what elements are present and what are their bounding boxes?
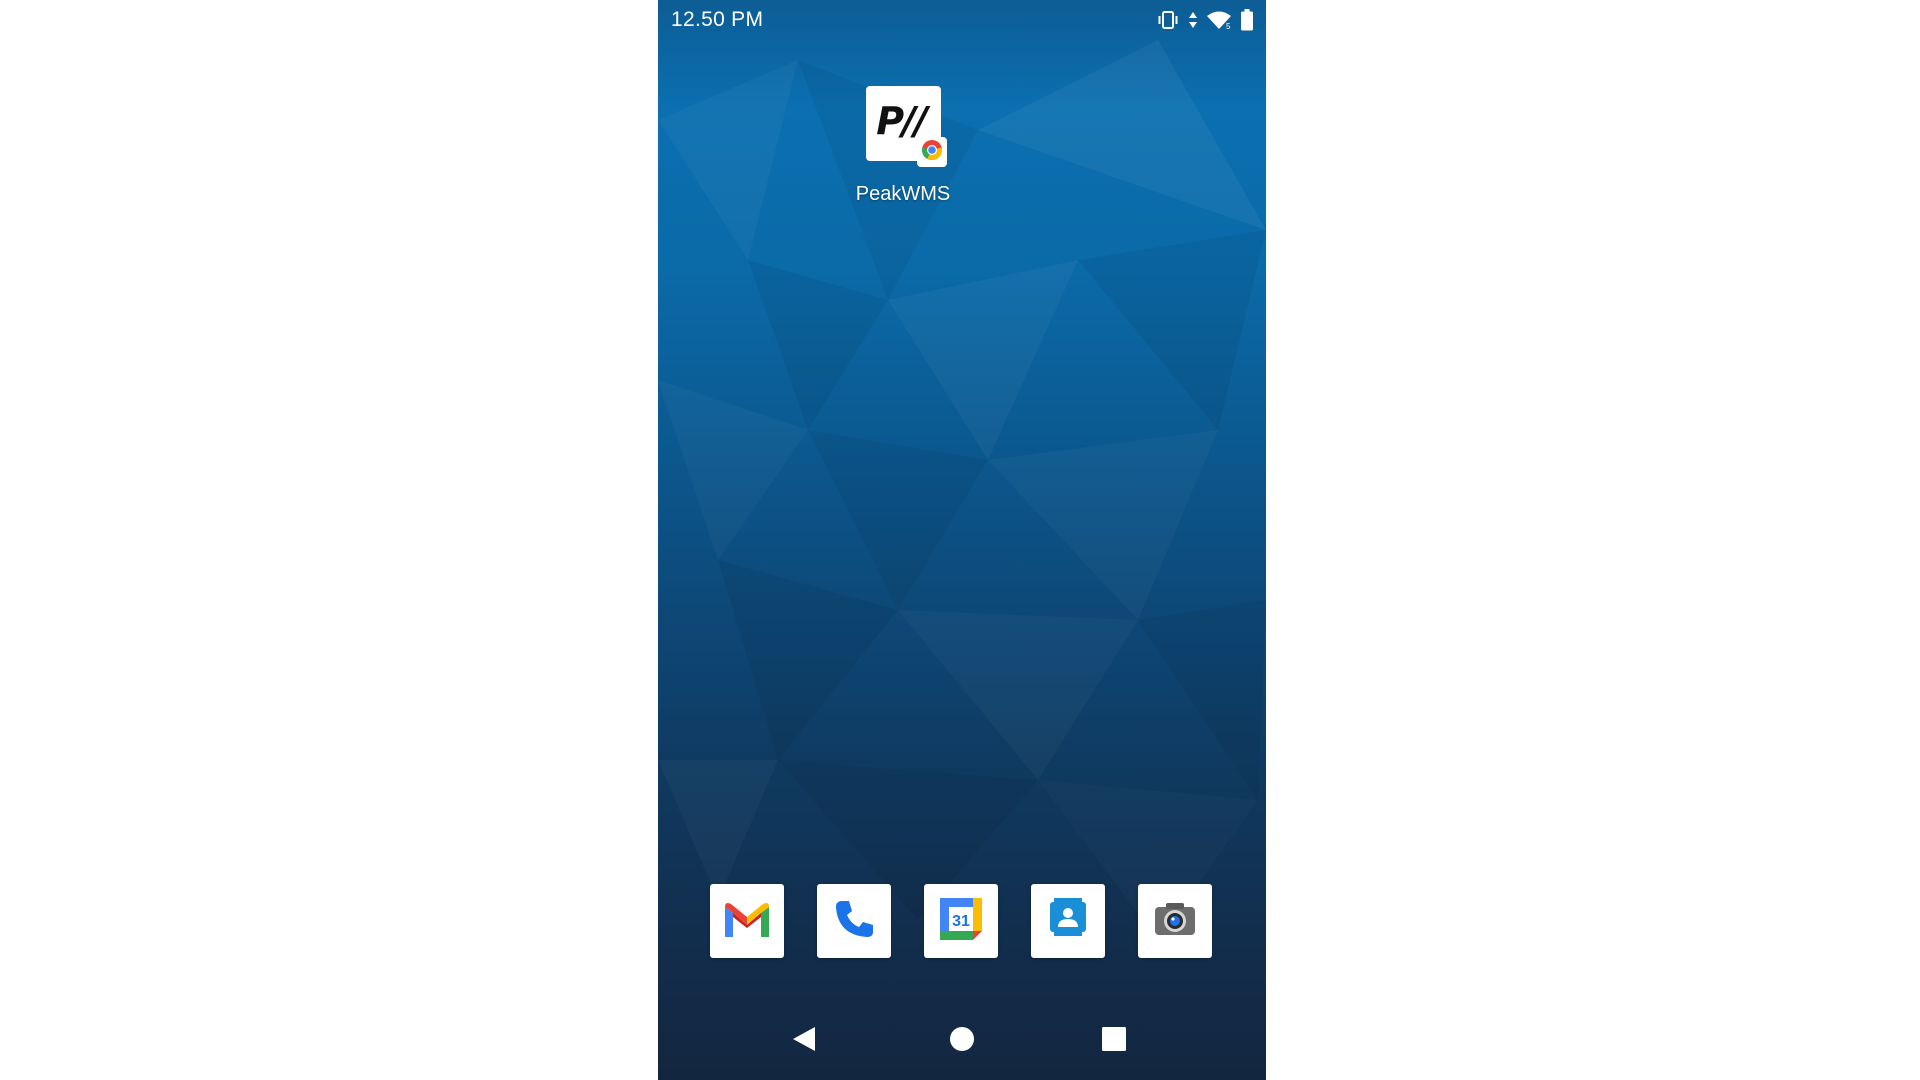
peakwms-logo: P// bbox=[876, 98, 928, 143]
app-label-peakwms: PeakWMS bbox=[855, 183, 951, 205]
home-icon bbox=[949, 1026, 975, 1057]
dock: 31 bbox=[710, 884, 1212, 958]
battery-icon bbox=[1240, 9, 1254, 31]
vibrate-icon bbox=[1156, 10, 1180, 30]
dock-item-gmail[interactable] bbox=[710, 884, 784, 958]
calendar-date: 31 bbox=[952, 913, 970, 930]
recents-icon bbox=[1101, 1026, 1127, 1057]
contacts-icon bbox=[1045, 896, 1091, 947]
app-shortcut-peakwms[interactable]: P// PeakWMS bbox=[833, 86, 973, 216]
dock-item-contacts[interactable] bbox=[1031, 884, 1105, 958]
dock-item-calendar[interactable]: 31 bbox=[924, 884, 998, 958]
svg-text:5: 5 bbox=[1226, 22, 1231, 30]
chrome-icon bbox=[921, 139, 943, 166]
nav-home-button[interactable] bbox=[945, 1024, 979, 1058]
status-icons: 5 bbox=[1156, 9, 1254, 31]
gmail-icon bbox=[721, 899, 773, 944]
data-arrows-icon bbox=[1188, 10, 1198, 30]
wifi-icon: 5 bbox=[1206, 10, 1232, 30]
navigation-bar bbox=[658, 1010, 1266, 1070]
chrome-badge bbox=[916, 137, 947, 167]
dock-item-camera[interactable] bbox=[1138, 884, 1212, 958]
phone-screen: 12.50 PM 5 P// PeakWMS 31 bbox=[658, 0, 1266, 1080]
phone-icon bbox=[832, 897, 876, 946]
status-bar: 12.50 PM 5 bbox=[658, 0, 1266, 42]
status-time: 12.50 PM bbox=[671, 8, 764, 31]
dock-item-phone[interactable] bbox=[817, 884, 891, 958]
nav-back-button[interactable] bbox=[787, 1024, 821, 1058]
camera-icon bbox=[1152, 899, 1198, 944]
back-icon bbox=[791, 1025, 817, 1058]
calendar-icon: 31 bbox=[938, 896, 984, 947]
peakwms-icon[interactable]: P// bbox=[865, 86, 947, 167]
nav-recents-button[interactable] bbox=[1097, 1024, 1131, 1058]
